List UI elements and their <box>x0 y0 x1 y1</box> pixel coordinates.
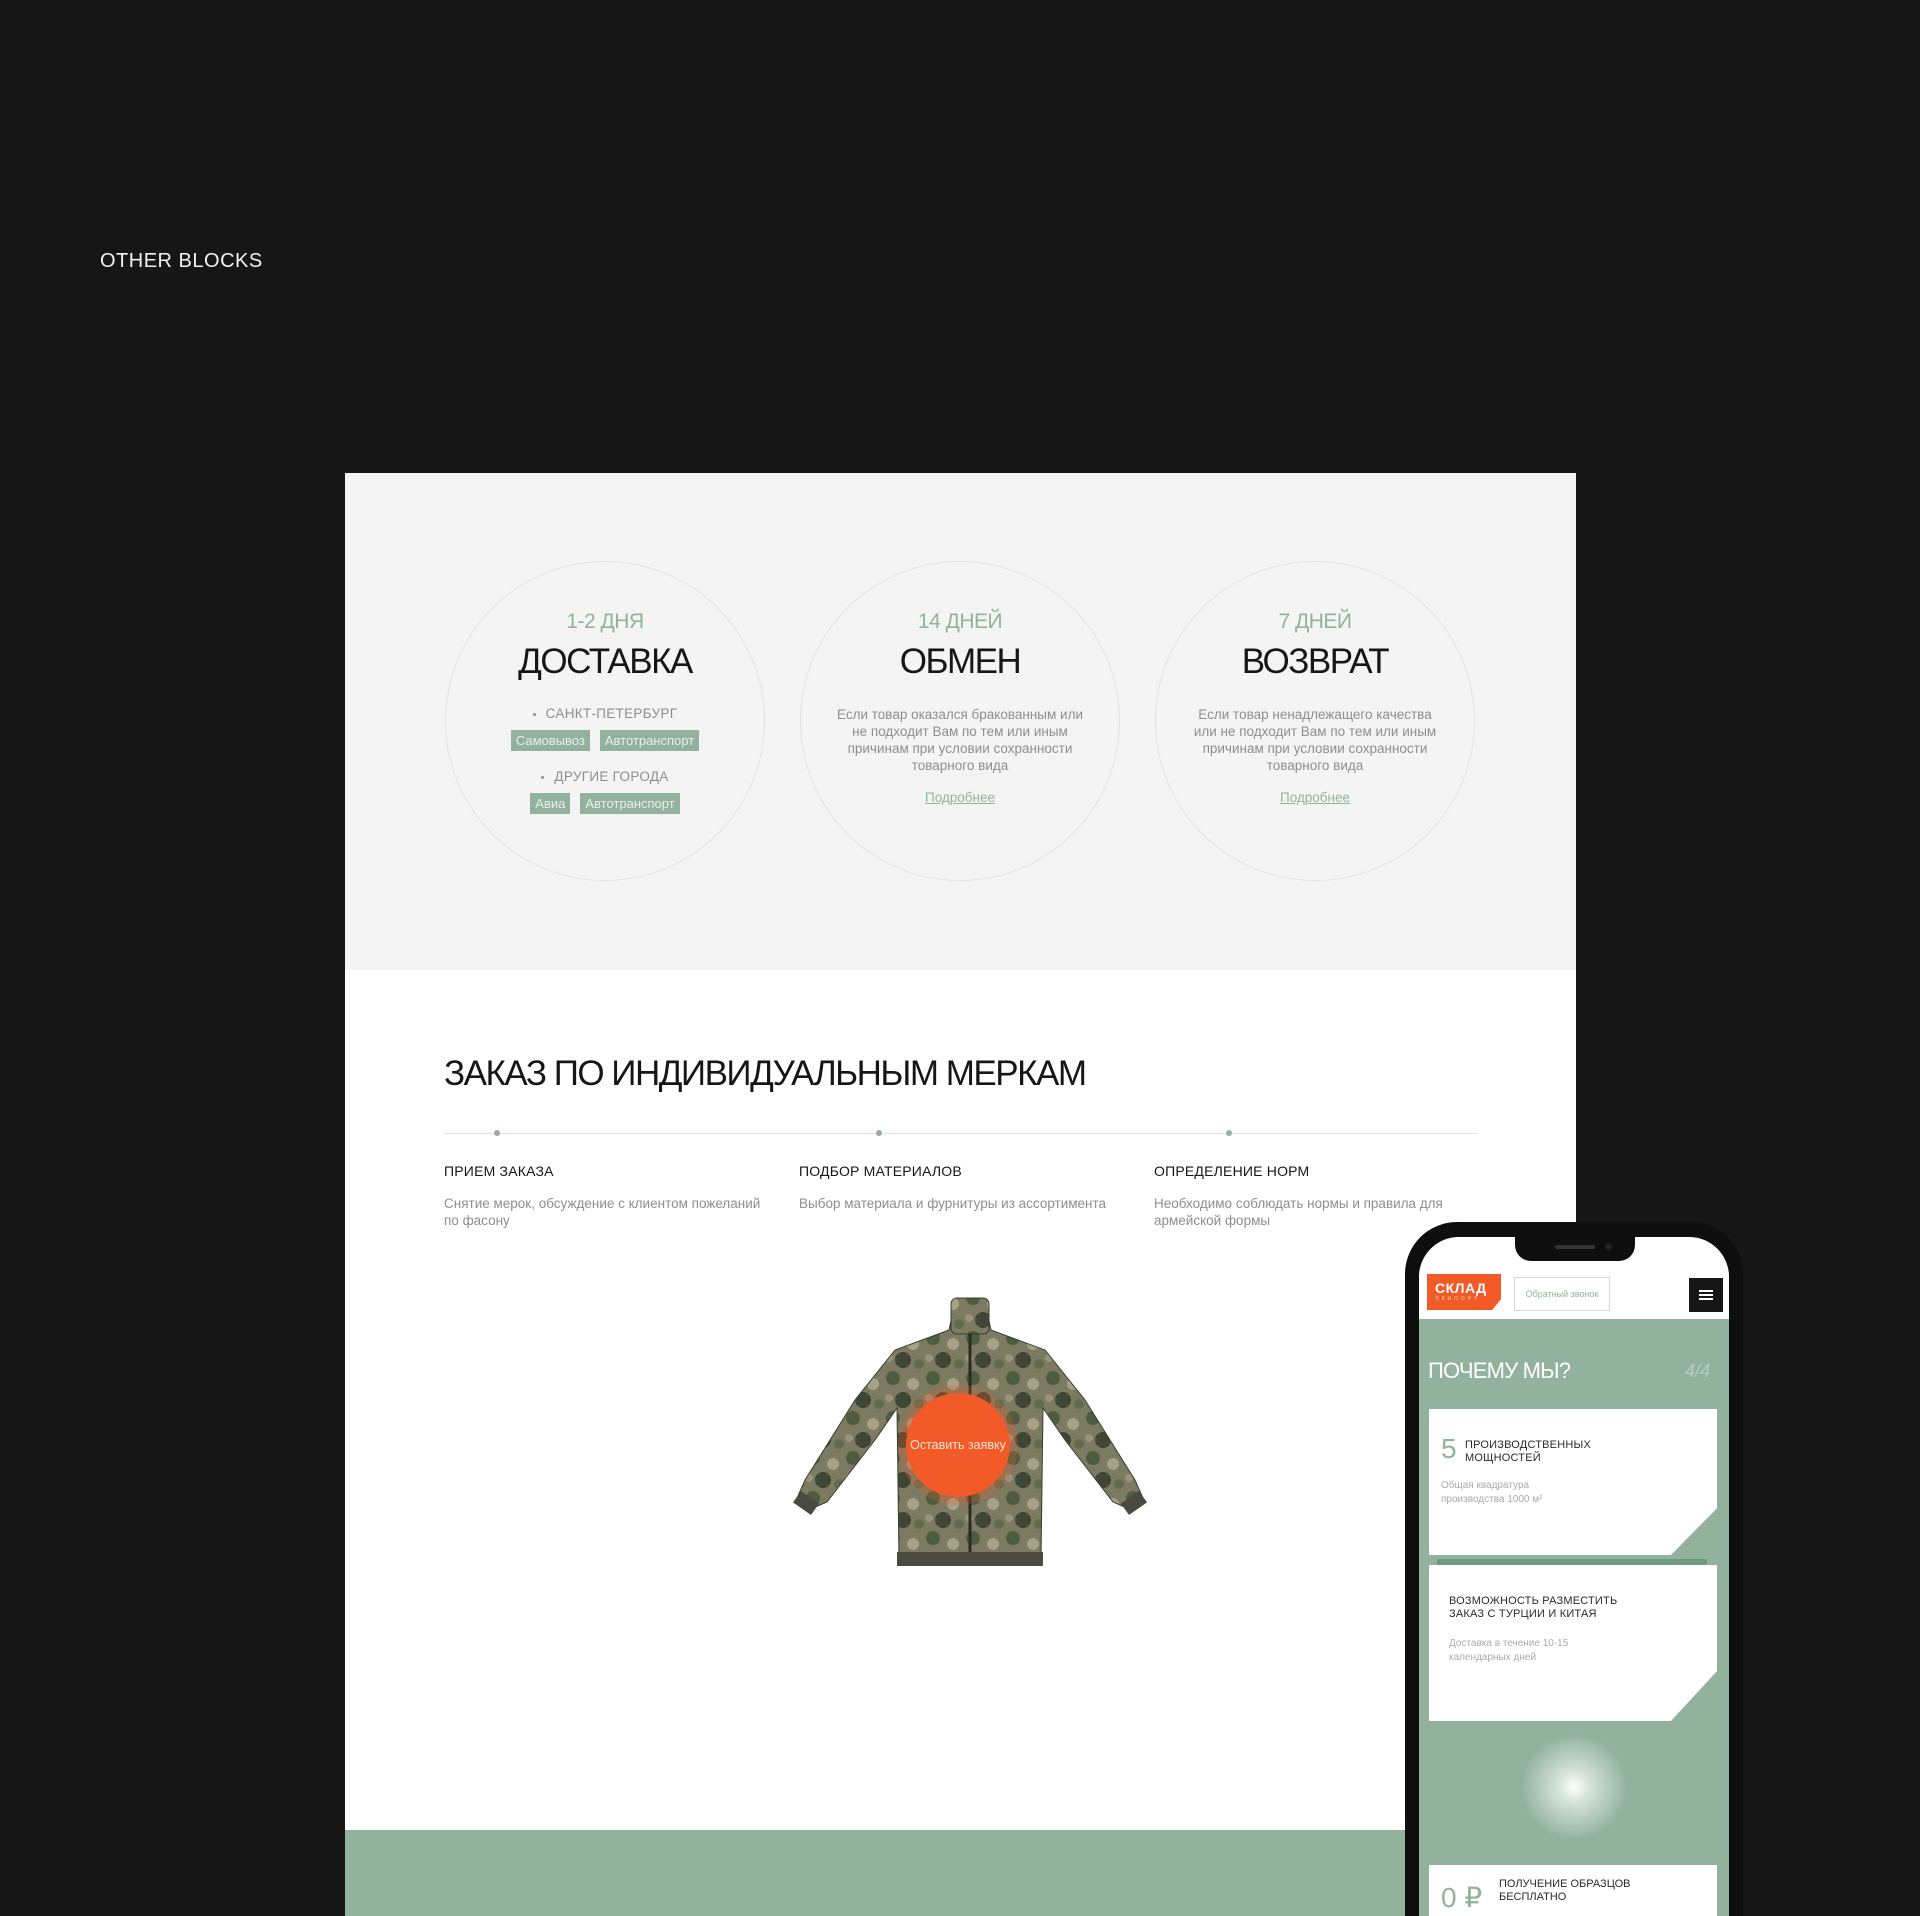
card-title: ВОЗМОЖНОСТЬ РАЗМЕСТИТЬ ЗАКАЗ С ТУРЦИИ И … <box>1449 1595 1618 1620</box>
timeline <box>444 1130 1478 1136</box>
chip-air[interactable]: Авиа <box>530 793 571 814</box>
camera-icon <box>1605 1243 1612 1250</box>
exchange-days: 14 ДНЕЙ <box>917 610 1003 633</box>
step-title: ОПРЕДЕЛЕНИЕ НОРМ <box>1154 1163 1310 1179</box>
bullet-icon <box>541 775 545 779</box>
advantage-card: ВОЗМОЖНОСТЬ РАЗМЕСТИТЬ ЗАКАЗ С ТУРЦИИ И … <box>1429 1565 1717 1721</box>
slide-counter: 4/4 <box>1685 1361 1711 1381</box>
card-number: 5 <box>1441 1433 1457 1464</box>
logo-text: СКЛАД <box>1435 1280 1487 1296</box>
glow-graphic <box>1522 1735 1626 1839</box>
delivery-city-other-label: ДРУГИЕ ГОРОДА <box>554 769 669 784</box>
return-days: 7 ДНЕЙ <box>1278 610 1352 633</box>
section-label: OTHER BLOCKS <box>100 250 263 272</box>
timeline-dot <box>494 1130 500 1136</box>
terms-section: 1-2 ДНЯ ДОСТАВКА САНКТ-ПЕТЕРБУРГ Самовыв… <box>345 473 1576 970</box>
chip-pickup[interactable]: Самовывоз <box>510 730 590 751</box>
delivery-city-spb: САНКТ-ПЕТЕРБУРГ <box>446 706 764 721</box>
chip-auto-other[interactable]: Автотранспорт <box>580 793 680 814</box>
step-materials: ПОДБОР МАТЕРИАЛОВ Выбор материала и фурн… <box>799 1163 1119 1212</box>
card-title: ПОЛУЧЕНИЕ ОБРАЗЦОВ БЕСПЛАТНО <box>1499 1878 1631 1903</box>
exchange-title: ОБМЕН <box>899 642 1022 681</box>
card-description: Общая квадратура производства 1000 м² <box>1441 1480 1543 1505</box>
return-circle: 7 ДНЕЙ ВОЗВРАТ Если товар ненадлежащего … <box>1155 561 1475 881</box>
order-title: ЗАКАЗ ПО ИНДИВИДУАЛЬНЫМ МЕРКАМ <box>444 1054 1087 1093</box>
step-title: ПОДБОР МАТЕРИАЛОВ <box>799 1163 962 1179</box>
delivery-city-other: ДРУГИЕ ГОРОДА <box>446 769 764 784</box>
phone-screen: СКЛАД ЭКИПОРТ Обратный звонок ПОЧЕМУ МЫ? … <box>1419 1237 1729 1916</box>
step-title: ПРИЕМ ЗАКАЗА <box>444 1163 554 1179</box>
card-divider <box>1437 1559 1707 1565</box>
delivery-other-options: Авиа Автотранспорт <box>446 793 764 814</box>
card-title: ПРОИЗВОДСТВЕННЫХ МОЩНОСТЕЙ <box>1465 1439 1591 1464</box>
advantage-card: 0 ₽ ПОЛУЧЕНИЕ ОБРАЗЦОВ БЕСПЛАТНО <box>1429 1865 1717 1916</box>
return-more-link[interactable]: Подробнее <box>1280 790 1350 805</box>
leave-request-button[interactable]: Оставить заявку <box>906 1393 1010 1497</box>
return-description: Если товар ненадлежащего качества или не… <box>1193 707 1437 773</box>
logo[interactable]: СКЛАД ЭКИПОРТ <box>1427 1274 1501 1310</box>
exchange-circle: 14 ДНЕЙ ОБМЕН Если товар оказался браков… <box>800 561 1120 881</box>
timeline-dot <box>876 1130 882 1136</box>
speaker-icon <box>1555 1245 1595 1249</box>
step-description: Необходимо соблюдать нормы и правила для… <box>1154 1196 1443 1228</box>
card-description: Доставка в течение 10-15 календарных дне… <box>1449 1638 1569 1663</box>
step-norms: ОПРЕДЕЛЕНИЕ НОРМ Необходимо соблюдать но… <box>1154 1163 1474 1229</box>
chip-auto[interactable]: Автотранспорт <box>599 730 700 751</box>
return-title: ВОЗВРАТ <box>1241 642 1390 681</box>
delivery-spb-options: Самовывоз Автотранспорт <box>446 730 764 751</box>
callback-button[interactable]: Обратный звонок <box>1514 1277 1610 1311</box>
custom-order-section: ЗАКАЗ ПО ИНДИВИДУАЛЬНЫМ МЕРКАМ ПРИЕМ ЗАК… <box>345 970 1576 1830</box>
delivery-city-spb-label: САНКТ-ПЕТЕРБУРГ <box>545 706 678 721</box>
step-order-intake: ПРИЕМ ЗАКАЗА Снятие мерок, обсуждение с … <box>444 1163 764 1229</box>
menu-icon[interactable] <box>1689 1278 1723 1312</box>
timeline-dot <box>1226 1130 1232 1136</box>
desktop-mockup: 1-2 ДНЯ ДОСТАВКА САНКТ-ПЕТЕРБУРГ Самовыв… <box>345 473 1576 1916</box>
delivery-circle: 1-2 ДНЯ ДОСТАВКА САНКТ-ПЕТЕРБУРГ Самовыв… <box>445 561 765 881</box>
phone-mockup: СКЛАД ЭКИПОРТ Обратный звонок ПОЧЕМУ МЫ? … <box>1405 1222 1743 1916</box>
exchange-more-link[interactable]: Подробнее <box>925 790 995 805</box>
step-description: Выбор материала и фурнитуры из ассортиме… <box>799 1196 1107 1211</box>
green-footer-band <box>345 1830 1576 1916</box>
delivery-days: 1-2 ДНЯ <box>566 610 644 633</box>
mobile-section-title: ПОЧЕМУ МЫ? <box>1428 1358 1571 1383</box>
card-number: 0 ₽ <box>1441 1882 1483 1913</box>
delivery-title: ДОСТАВКА <box>518 642 693 681</box>
step-description: Снятие мерок, обсуждение с клиентом поже… <box>444 1196 761 1228</box>
advantage-card: 5 ПРОИЗВОДСТВЕННЫХ МОЩНОСТЕЙ Общая квадр… <box>1429 1409 1717 1555</box>
bullet-icon <box>532 712 536 716</box>
logo-subtitle: ЭКИПОРТ <box>1435 1296 1480 1302</box>
phone-notch <box>1515 1237 1635 1261</box>
exchange-description: Если товар оказался бракованным или не п… <box>837 707 1083 773</box>
